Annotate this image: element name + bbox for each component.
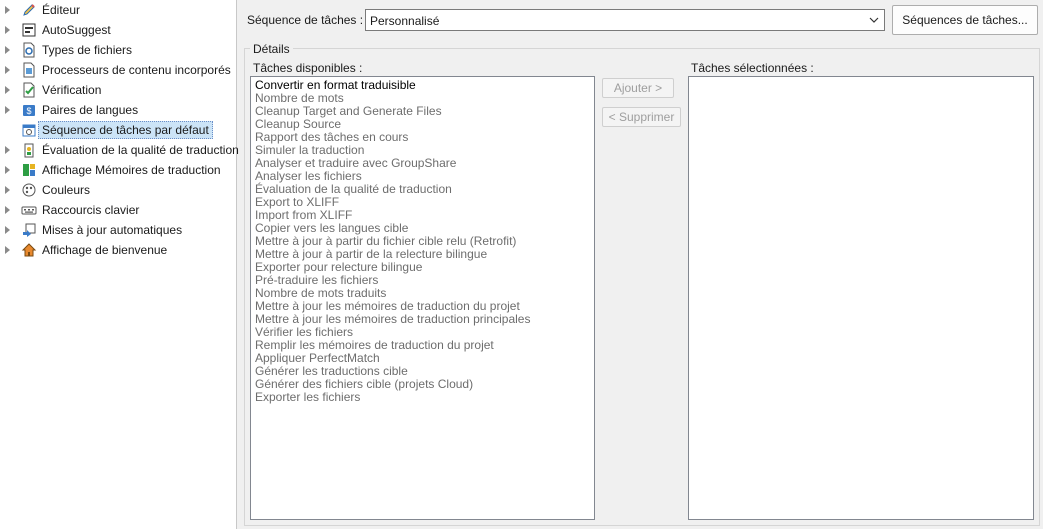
tree-item-label: Paires de langues [42, 103, 139, 117]
tree-item-welcome-view[interactable]: Affichage de bienvenue [0, 240, 236, 260]
svg-text:$: $ [26, 106, 31, 116]
task-sequence-value: Personnalisé [370, 14, 440, 28]
tree-item-verification[interactable]: Vérification [0, 80, 236, 100]
tree-item-label: Couleurs [42, 183, 91, 197]
tree-item-label: Vérification [42, 83, 102, 97]
tree-item-keyboard-shortcuts[interactable]: Raccourcis clavier [0, 200, 236, 220]
available-tasks-list[interactable]: Convertir en format traduisible Nombre de… [250, 76, 595, 520]
autosuggest-icon [22, 23, 36, 37]
expand-arrow-icon[interactable] [5, 186, 10, 194]
embedded-processor-icon [23, 62, 35, 78]
expand-arrow-icon[interactable] [5, 86, 10, 94]
auto-update-icon [23, 223, 36, 237]
tree-item-label: Mises à jour automatiques [42, 223, 183, 237]
language-pairs-icon: $ [23, 105, 35, 116]
tree-item-label: Raccourcis clavier [42, 203, 140, 217]
selected-tasks-label: Tâches sélectionnées : [691, 61, 814, 75]
palette-icon [22, 183, 36, 197]
tm-view-icon [23, 164, 35, 176]
chevron-down-icon [869, 17, 879, 23]
tree-item-language-pairs[interactable]: $ Paires de langues [0, 100, 236, 120]
task-sequence-icon [22, 124, 36, 137]
tree-item-label: Affichage de bienvenue [42, 243, 168, 257]
tree-item-label: Affichage Mémoires de traduction [42, 163, 221, 177]
tree-item-label: Éditeur [42, 3, 81, 17]
tree-item-file-types[interactable]: Types de fichiers [0, 40, 236, 60]
expand-arrow-icon[interactable] [5, 146, 10, 154]
file-types-icon [23, 42, 35, 58]
options-tree: Éditeur AutoSuggest Types de fichiers Pr… [0, 0, 239, 529]
task-sequence-dropdown[interactable]: Personnalisé [365, 9, 885, 31]
expand-arrow-icon[interactable] [5, 6, 10, 14]
pencil-icon [23, 4, 35, 16]
tree-item-tm-view[interactable]: Affichage Mémoires de traduction [0, 160, 236, 180]
add-task-button[interactable]: Ajouter > [602, 78, 674, 98]
expand-arrow-icon[interactable] [5, 26, 10, 34]
tree-item-embedded-processors[interactable]: Processeurs de contenu incorporés [0, 60, 236, 80]
quality-evaluation-icon [24, 143, 34, 158]
expand-arrow-icon[interactable] [5, 226, 10, 234]
tree-item-colors[interactable]: Couleurs [0, 180, 236, 200]
expand-arrow-icon[interactable] [5, 106, 10, 114]
tree-item-autosuggest[interactable]: AutoSuggest [0, 20, 236, 40]
verification-icon [23, 82, 35, 98]
remove-task-button[interactable]: < Supprimer [602, 107, 681, 127]
available-tasks-label: Tâches disponibles : [253, 61, 363, 75]
details-title: Détails [250, 42, 293, 56]
expand-arrow-icon[interactable] [5, 46, 10, 54]
tree-item-editor[interactable]: Éditeur [0, 0, 236, 20]
expand-arrow-icon[interactable] [5, 246, 10, 254]
task-sequence-label: Séquence de tâches : [247, 13, 364, 27]
available-task-item[interactable]: Exporter les fichiers [255, 391, 360, 404]
tree-item-default-task-sequence[interactable]: Séquence de tâches par défaut [0, 120, 236, 140]
home-icon [21, 243, 37, 257]
tree-item-auto-updates[interactable]: Mises à jour automatiques [0, 220, 236, 240]
tree-item-quality-evaluation[interactable]: Évaluation de la qualité de traduction [0, 140, 239, 160]
tree-item-label: Séquence de tâches par défaut [38, 121, 213, 139]
expand-arrow-icon[interactable] [5, 66, 10, 74]
task-sequences-button[interactable]: Séquences de tâches... [892, 5, 1038, 35]
tree-item-label: Processeurs de contenu incorporés [42, 63, 231, 77]
expand-arrow-icon[interactable] [5, 206, 10, 214]
selected-tasks-list[interactable] [688, 76, 1034, 520]
expand-arrow-icon[interactable] [5, 166, 10, 174]
tree-item-label: AutoSuggest [42, 23, 111, 37]
keyboard-icon [21, 206, 37, 215]
tree-item-label: Types de fichiers [42, 43, 133, 57]
tree-item-label: Évaluation de la qualité de traduction [42, 143, 239, 157]
